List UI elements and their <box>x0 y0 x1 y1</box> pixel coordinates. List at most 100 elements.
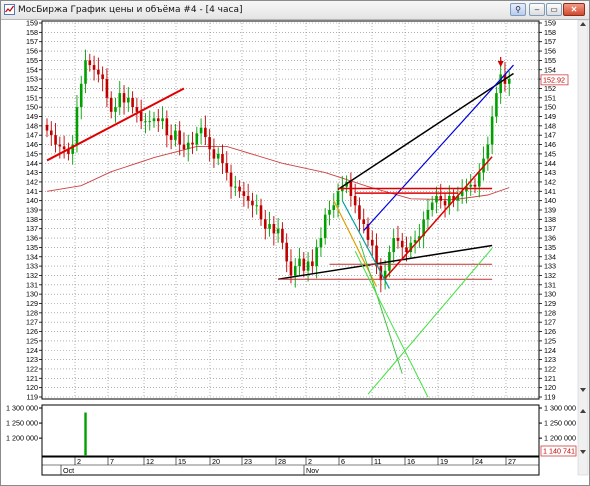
candle-body <box>45 124 49 131</box>
right-price-label: 159 <box>544 20 556 28</box>
candle-body <box>242 191 246 196</box>
candle-body <box>122 93 126 103</box>
right-price-label: 157 <box>544 37 556 46</box>
candle-body <box>400 240 404 248</box>
left-price-label: 126 <box>26 327 38 336</box>
candle-body <box>507 79 511 84</box>
left-price-label: 130 <box>26 290 38 299</box>
candle-body <box>246 195 250 201</box>
candle-body <box>234 186 237 188</box>
close-button[interactable]: ✕ <box>563 3 585 16</box>
left-price-label: 150 <box>26 103 38 112</box>
candle-body <box>169 135 173 140</box>
candle-body <box>358 205 361 220</box>
right-price-label: 126 <box>544 327 556 336</box>
right-price-label: 143 <box>544 168 556 177</box>
day-label: 28 <box>278 457 286 466</box>
candle-body <box>156 118 160 122</box>
left-price-label: 140 <box>26 196 38 205</box>
candle-body <box>195 133 199 145</box>
candle-body <box>62 146 66 150</box>
candle-body <box>473 184 477 187</box>
candle-body <box>311 261 314 267</box>
candle-body <box>259 205 263 220</box>
right-price-label: 139 <box>544 206 556 215</box>
candle-body <box>319 238 323 248</box>
vertical-scrollbar[interactable] <box>577 20 589 476</box>
left-price-label: 128 <box>26 308 38 317</box>
left-price-label: 144 <box>26 159 38 168</box>
candle-body <box>263 219 267 229</box>
left-price-label: 133 <box>26 262 38 271</box>
maximize-button[interactable]: ▭ <box>546 3 562 16</box>
candle-body <box>298 258 301 267</box>
candle-body <box>139 111 143 122</box>
candle-body <box>306 261 310 271</box>
left-price-label: 132 <box>26 271 38 280</box>
candle-body <box>439 195 443 201</box>
candle-body <box>495 93 498 117</box>
day-label: 23 <box>244 457 252 466</box>
right-price-label: 131 <box>544 280 556 289</box>
candle-body <box>191 142 194 145</box>
candle-body <box>79 83 83 108</box>
right-price-label: 156 <box>544 47 556 56</box>
candle-body <box>272 224 276 234</box>
pin-button[interactable]: ⚲ <box>510 3 526 16</box>
candle-body <box>362 219 366 225</box>
right-price-label: 120 <box>544 383 556 392</box>
right-price-label: 128 <box>544 308 556 317</box>
day-label: 12 <box>146 457 154 466</box>
chart-app-icon <box>4 4 15 15</box>
volume-pane[interactable]: 1 300 000 1 300 000 1 250 000 1 250 000 1 20… <box>6 404 577 457</box>
left-price-label: 123 <box>26 355 38 364</box>
right-price-label: 151 <box>544 93 556 102</box>
left-price-label: 151 <box>26 93 38 102</box>
candle-body <box>328 210 331 215</box>
volume-bar <box>84 412 87 456</box>
candle-body <box>199 127 203 134</box>
candle-body <box>430 202 434 210</box>
candle-body <box>161 118 164 122</box>
candle-body <box>101 74 104 80</box>
candle-body <box>75 107 79 145</box>
candle-body <box>174 130 177 140</box>
day-label: 6 <box>341 457 345 466</box>
day-label: 16 <box>407 457 415 466</box>
candle-body <box>105 79 109 98</box>
title-bar[interactable]: МосБиржа График цены и объёма #4 - [4 ча… <box>1 1 589 20</box>
left-price-label: 146 <box>26 140 38 149</box>
left-price-label: 142 <box>26 177 38 186</box>
day-label: 11 <box>374 457 381 466</box>
candle-body <box>477 172 481 187</box>
candle-body <box>469 184 473 187</box>
left-price-label: 136 <box>26 234 38 243</box>
volume-axis-label-right: 1 250 000 <box>544 419 576 428</box>
candle-body <box>255 205 259 207</box>
right-price-label: 122 <box>544 364 556 373</box>
chart-area[interactable]: 1191201211221231241251261271281291301311… <box>1 20 589 485</box>
left-price-label: 143 <box>26 168 38 177</box>
candle-body <box>131 97 134 108</box>
day-label: 2 <box>308 457 312 466</box>
candle-body <box>109 97 113 112</box>
left-price-label: 145 <box>26 149 38 158</box>
candle-body <box>238 186 241 192</box>
candle-body <box>225 163 229 173</box>
time-axis: 2 7 12 15 20 23 28 2 6 11 16 19 24 27Oct Nov <box>41 456 540 476</box>
left-price-label: 148 <box>26 121 38 130</box>
candle-body <box>268 224 271 229</box>
candle-body <box>443 200 447 206</box>
candle-body <box>392 238 395 253</box>
right-price-label: 152 <box>544 84 556 93</box>
left-price-label: 121 <box>26 374 38 383</box>
right-price-label: 136 <box>544 234 556 243</box>
minimize-button[interactable]: – <box>529 3 545 16</box>
volume-axis-label-left: 1 200 000 <box>6 434 38 443</box>
right-price-label: 149 <box>544 112 556 121</box>
left-price-label: 127 <box>26 318 38 327</box>
left-price-label: 155 <box>26 56 38 65</box>
month-label: Nov <box>306 466 319 475</box>
left-price-label: 139 <box>26 206 38 215</box>
candle-body <box>490 116 494 145</box>
